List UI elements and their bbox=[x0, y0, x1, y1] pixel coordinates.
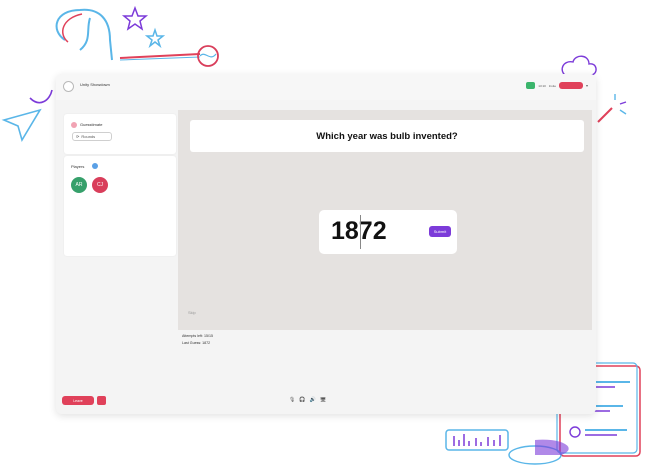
paper-plane-doodle bbox=[1, 89, 53, 142]
chevron-down-icon[interactable]: ▾ bbox=[586, 83, 588, 88]
timer-text: 13:10 bbox=[538, 83, 546, 88]
text-caret bbox=[360, 215, 361, 249]
submit-button[interactable]: Submit bbox=[429, 226, 451, 237]
attempts-left-text: Attempts left: 15/15 bbox=[182, 334, 213, 338]
rounds-button[interactable]: ⟳ Rounds bbox=[72, 132, 112, 141]
answer-value: 1872 bbox=[331, 217, 387, 245]
elephant-doodle-illustration bbox=[55, 5, 219, 67]
last-guess-text: Last Guess: 1872 bbox=[182, 341, 211, 345]
player-avatar[interactable]: AR bbox=[71, 177, 87, 193]
end-game-button[interactable] bbox=[558, 82, 583, 89]
game-mode-label: Guesstimate bbox=[80, 122, 103, 127]
players-heading: Players bbox=[71, 164, 85, 169]
answer-input[interactable]: 1872 Submit bbox=[319, 210, 457, 254]
app-window: Unity Showdown 13:10 Invite ▾ Guesstimat… bbox=[56, 74, 596, 414]
magic-wand-doodle bbox=[597, 94, 627, 123]
game-mode-card: Guesstimate ⟳ Rounds bbox=[64, 114, 176, 154]
leave-button[interactable]: Leave bbox=[62, 396, 94, 405]
invite-link[interactable]: Invite bbox=[549, 84, 556, 88]
app-name: Unity Showdown bbox=[80, 82, 110, 87]
top-bar: Unity Showdown 13:10 Invite ▾ bbox=[56, 74, 596, 100]
microphone-icon[interactable]: 🎙 bbox=[289, 397, 295, 403]
top-right-controls: 13:10 Invite ▾ bbox=[526, 82, 588, 89]
screen-share-icon[interactable]: 🖥 bbox=[320, 397, 326, 403]
player-avatar[interactable]: CJ bbox=[92, 177, 108, 193]
more-button[interactable] bbox=[97, 396, 106, 405]
question-text: Which year was bulb invented? bbox=[316, 130, 458, 142]
speaker-icon[interactable]: 🔊 bbox=[310, 397, 316, 403]
players-card: Players AR CJ bbox=[64, 156, 176, 256]
question-card: Which year was bulb invented? bbox=[190, 120, 584, 152]
player-initials: AR bbox=[75, 182, 83, 188]
rounds-label: Rounds bbox=[81, 134, 96, 139]
app-logo-icon[interactable] bbox=[63, 81, 74, 92]
status-badge bbox=[526, 82, 536, 89]
headphones-icon[interactable]: 🎧 bbox=[299, 397, 305, 403]
game-stage: Which year was bulb invented? 1872 Submi… bbox=[178, 110, 592, 330]
bar-chart-doodle bbox=[445, 429, 509, 451]
skip-link[interactable]: Skip bbox=[188, 310, 196, 315]
player-initials: CJ bbox=[96, 182, 104, 188]
info-icon[interactable] bbox=[92, 163, 98, 169]
guesstimate-icon bbox=[71, 122, 77, 128]
refresh-icon: ⟳ bbox=[76, 134, 80, 139]
bottom-bar: Leave 🎙 🎧 🔊 🖥 bbox=[56, 388, 596, 414]
media-controls: 🎙 🎧 🔊 🖥 bbox=[289, 397, 326, 403]
